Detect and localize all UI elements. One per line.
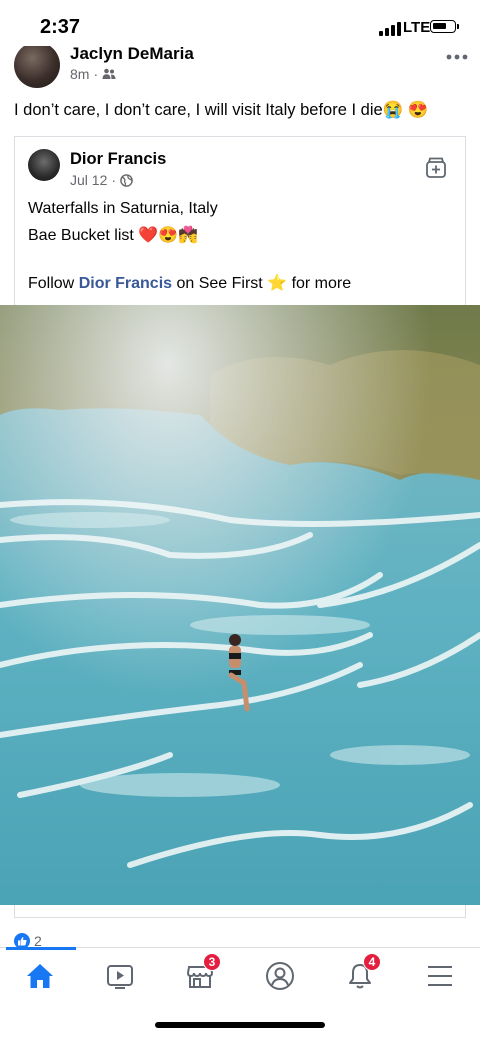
follow-prefix: Follow	[28, 275, 79, 292]
notifications-badge: 4	[363, 953, 381, 971]
marketplace-badge: 3	[203, 953, 221, 971]
shared-post-date[interactable]: Jul 12	[70, 172, 107, 188]
tab-watch[interactable]	[100, 956, 140, 996]
tab-bar: 3 4	[0, 950, 480, 1002]
signal-icon	[379, 22, 401, 36]
video-icon	[107, 965, 133, 989]
post-meta: 8m ·	[70, 66, 116, 82]
network-label: LTE	[403, 19, 431, 36]
avatar[interactable]	[14, 42, 60, 88]
post-text: I don’t care, I don’t care, I will visit…	[14, 101, 429, 119]
tab-notifications[interactable]: 4	[340, 953, 381, 996]
save-icon[interactable]	[423, 155, 449, 181]
post-header: Jaclyn DeMaria 8m ·	[0, 40, 480, 96]
more-options-icon[interactable]	[446, 52, 468, 62]
meta-separator: ·	[93, 66, 99, 82]
battery-icon	[430, 20, 459, 33]
post-time[interactable]: 8m	[70, 66, 89, 82]
tab-marketplace[interactable]: 3	[180, 953, 221, 996]
home-indicator[interactable]	[155, 1022, 325, 1028]
shared-line-bucket: Bae Bucket list ❤️😍💏	[28, 227, 199, 244]
shared-post-meta: Jul 12 ·	[70, 172, 133, 188]
post-author[interactable]: Jaclyn DeMaria	[70, 44, 194, 64]
shared-post-author[interactable]: Dior Francis	[70, 150, 166, 169]
follow-author-link[interactable]: Dior Francis	[79, 275, 172, 292]
post-photo[interactable]	[0, 305, 480, 905]
status-bar: 2:37 LTE	[0, 0, 480, 46]
home-icon	[27, 964, 53, 988]
globe-icon	[120, 173, 133, 187]
tab-menu[interactable]	[420, 956, 460, 996]
shared-line-location: Waterfalls in Saturnia, Italy	[28, 200, 218, 217]
menu-icon	[428, 966, 452, 986]
meta-separator: ·	[111, 172, 117, 188]
tab-profile[interactable]	[260, 956, 300, 996]
shared-avatar[interactable]	[28, 149, 60, 181]
waterfall-photo	[0, 305, 480, 905]
tab-home[interactable]	[20, 956, 60, 996]
friends-icon	[102, 68, 116, 79]
follow-text: Follow Dior Francis on See First ⭐ for m…	[28, 273, 351, 293]
profile-icon	[266, 962, 294, 990]
status-time: 2:37	[40, 16, 81, 38]
follow-suffix: on See First ⭐ for more	[172, 275, 352, 292]
